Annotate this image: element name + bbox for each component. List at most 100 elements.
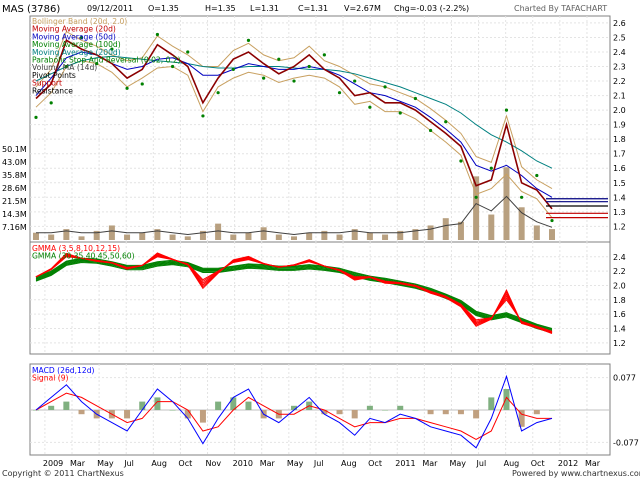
gmma-tick-label-4: 2.0: [613, 281, 626, 290]
price-tick-label-1: 1.3: [613, 208, 626, 217]
volume-bar-12: [215, 223, 222, 240]
stock-chart: 2009 Mar May Jul Aug Oct Nov 2010 Mar May Jul Aug Oc…: [2, 4, 640, 478]
x-tick-label-8: Mar: [260, 459, 276, 468]
psar-dot-17: [292, 79, 296, 83]
price-legend-item-9: Resistance: [32, 86, 73, 95]
macd-hist-bar-33: [533, 410, 540, 415]
x-tick-label-20: Mar: [585, 459, 601, 468]
header-low: L=1.31: [250, 4, 279, 13]
price-tick-label-7: 1.9: [613, 121, 626, 130]
volume-tick-label-0: 7.16M: [2, 223, 27, 232]
header-open: O=1.35: [148, 4, 179, 13]
gmma-tick-label-2: 1.6: [613, 310, 626, 319]
charted-by: Charted By TAFACHART: [514, 4, 607, 13]
macd-hist-bar-11: [199, 410, 206, 423]
volume-bar-26: [427, 225, 434, 240]
x-tick-label-3: Jul: [123, 459, 134, 468]
psar-dot-23: [383, 85, 387, 89]
psar-dot-9: [170, 64, 175, 69]
volume-bar-9: [169, 234, 176, 240]
x-tick-label-17: Aug: [504, 459, 520, 468]
psar-dot-15: [262, 76, 266, 80]
price-tick-label-13: 2.5: [613, 33, 626, 42]
psar-dot-1: [49, 101, 53, 105]
x-tick-label-5: Oct: [178, 459, 192, 468]
psar-dot-11: [201, 114, 205, 118]
psar-dot-10: [186, 50, 190, 54]
psar-dot-22: [368, 105, 372, 109]
volume-bar-10: [184, 236, 191, 240]
macd-legend-item-1: Signal (9): [32, 374, 69, 383]
volume-tick-label-3: 28.6M: [2, 184, 27, 193]
gmma-tick-label-1: 1.4: [613, 324, 626, 333]
x-tick-label-7: 2010: [233, 459, 253, 468]
psar-dot-28: [459, 159, 463, 163]
psar-dot-6: [125, 86, 129, 90]
macd-hist-bar-29: [473, 410, 480, 419]
x-tick-label-2: May: [97, 459, 114, 468]
price-tick-label-9: 2.1: [613, 92, 626, 101]
powered-by-link[interactable]: Powered by www.chartnexus.com: [512, 469, 640, 478]
macd-hist-bar-1: [48, 405, 55, 410]
volume-bar-30: [488, 214, 495, 240]
psar-dot-18: [307, 64, 311, 69]
macd-hist-bar-34: [549, 410, 555, 411]
volume-bar-14: [245, 232, 252, 240]
macd-hist-bar-10: [184, 410, 191, 419]
psar-dot-19: [322, 53, 326, 57]
macd-hist-bar-7: [139, 401, 146, 410]
gmma-tick-label-6: 2.4: [613, 253, 626, 262]
psar-dot-30: [489, 166, 493, 170]
psar-dot-29: [474, 195, 478, 199]
psar-dot-8: [155, 32, 160, 37]
psar-dot-14: [246, 38, 251, 42]
gmma-legend-item-1: GMMA (30,35,40,45,50,60): [32, 252, 135, 261]
psar-dot-12: [216, 91, 220, 95]
psar-dot-24: [398, 111, 402, 115]
psar-dot-31: [504, 108, 509, 112]
gmma-tick-label-0: 1.2: [613, 339, 626, 348]
volume-bar-0: [33, 232, 39, 240]
macd-hist-bar-22: [366, 405, 373, 410]
volume-bar-1: [48, 234, 55, 240]
volume-bar-22: [366, 232, 373, 240]
psar-dot-26: [428, 128, 433, 133]
volume-tick-label-5: 43.0M: [2, 158, 27, 167]
macd-hist-bar-28: [457, 410, 464, 415]
psar-dot-20: [337, 91, 342, 95]
header-volume: V=2.67M: [344, 4, 381, 13]
price-tick-label-8: 2.0: [613, 106, 626, 115]
volume-bar-3: [78, 236, 85, 240]
volume-bar-34: [549, 229, 555, 240]
gmma-tick-label-5: 2.2: [613, 267, 626, 276]
volume-bar-23: [382, 234, 389, 240]
symbol-title: MAS (3786): [2, 4, 60, 15]
macd-hist-bar-3: [78, 410, 85, 415]
volume-bar-6: [124, 234, 131, 240]
volume-bar-5: [108, 225, 115, 240]
price-tick-label-10: 2.2: [613, 77, 626, 86]
x-tick-label-12: Oct: [368, 459, 382, 468]
price-tick-label-2: 1.4: [613, 193, 626, 202]
psar-dot-34: [550, 218, 554, 223]
price-tick-label-6: 1.8: [613, 135, 626, 144]
macd-hist-bar-20: [336, 410, 343, 415]
psar-dot-32: [520, 195, 524, 199]
copyright-text: Copyright © 2011 ChartNexus: [2, 469, 124, 478]
x-tick-label-16: Jul: [476, 459, 487, 468]
x-tick-label-13: 2011: [395, 459, 415, 468]
volume-bar-15: [260, 227, 267, 240]
x-tick-label-15: May: [449, 459, 466, 468]
psar-dot-27: [444, 120, 448, 124]
psar-dot-25: [413, 96, 418, 101]
x-tick-label-18: Oct: [531, 459, 545, 468]
x-tick-label-1: Mar: [70, 459, 86, 468]
price-tick-label-5: 1.7: [613, 150, 626, 159]
volume-tick-label-1: 14.3M: [2, 210, 27, 219]
psar-dot-7: [140, 82, 144, 86]
psar-dot-13: [231, 67, 235, 72]
volume-bar-33: [533, 225, 540, 240]
psar-dot-16: [277, 57, 281, 61]
macd-hist-bar-23: [382, 410, 389, 411]
volume-bar-18: [306, 232, 313, 240]
